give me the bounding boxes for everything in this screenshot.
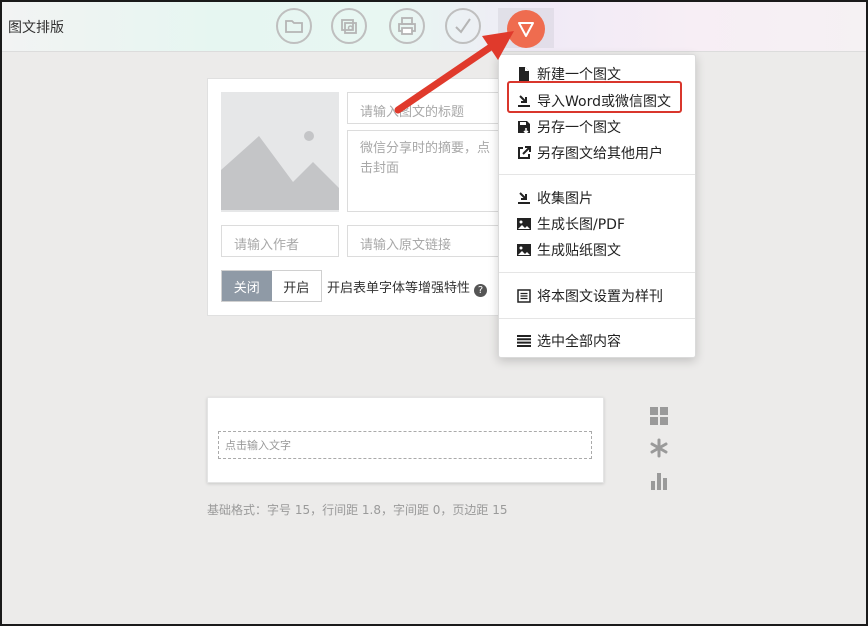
layout-grid-button[interactable]	[648, 405, 670, 427]
open-folder-button[interactable]	[276, 8, 312, 44]
menu-item-long-image-pdf[interactable]: 生成长图/PDF	[517, 213, 625, 235]
menu-item-label: 选中全部内容	[537, 334, 621, 350]
chart-button[interactable]	[648, 470, 670, 492]
asterisk-icon	[650, 438, 668, 458]
grid-icon	[650, 407, 668, 425]
menu-item-label: 另存一个图文	[537, 120, 621, 136]
menu-item-sticker[interactable]: 生成贴纸图文	[517, 239, 621, 261]
menu-divider	[499, 318, 695, 319]
annotation-arrow-icon	[394, 31, 514, 114]
menu-item-set-sample[interactable]: 将本图文设置为样刊	[517, 285, 663, 307]
help-icon[interactable]: ?	[474, 284, 488, 297]
share-icon	[518, 146, 531, 159]
toggle-off-option[interactable]: 关闭	[222, 271, 272, 301]
format-info: 基础格式：字号 15，行间距 1.8，字间距 0，页边距 15	[207, 503, 508, 517]
menu-item-label: 收集图片	[537, 191, 593, 207]
enhance-toggle[interactable]: 关闭 开启	[221, 270, 322, 302]
menu-divider	[499, 272, 695, 273]
text-block-input[interactable]: 点击输入文字	[218, 431, 592, 459]
enhance-label-text: 开启表单字体等增强特性	[327, 281, 471, 296]
enhance-toggle-label: 开启表单字体等增强特性?	[327, 277, 488, 297]
menu-item-label: 将本图文设置为样刊	[537, 289, 663, 305]
menu-item-share-user[interactable]: 另存图文给其他用户	[517, 142, 663, 164]
bar-chart-icon	[651, 473, 667, 490]
menu-divider	[499, 174, 695, 175]
menu-item-label: 另存图文给其他用户	[537, 146, 663, 162]
menu-item-collect-images[interactable]: 收集图片	[517, 187, 593, 209]
save-as-icon	[518, 121, 530, 134]
effects-button[interactable]	[648, 437, 670, 459]
toggle-on-option[interactable]: 开启	[271, 271, 321, 301]
menu-item-label: 生成长图/PDF	[537, 217, 625, 233]
image-icon	[517, 244, 531, 256]
collect-icon	[518, 192, 530, 204]
app-title: 图文排版	[8, 20, 64, 36]
highlight-annotation-box	[507, 81, 682, 113]
source-link-input[interactable]: 请输入原文链接	[347, 225, 507, 257]
folder-icon	[285, 20, 303, 33]
images-icon	[341, 19, 357, 34]
menu-icon	[517, 335, 531, 347]
image-icon	[517, 218, 531, 230]
author-input[interactable]: 请输入作者	[221, 225, 339, 257]
image-placeholder-icon	[221, 131, 339, 210]
menu-item-save-as[interactable]: 另存一个图文	[517, 116, 621, 138]
gallery-button[interactable]	[331, 8, 367, 44]
list-icon	[517, 289, 531, 303]
summary-input[interactable]: 微信分享时的摘要，点击封面	[347, 130, 507, 212]
cover-image-placeholder[interactable]	[221, 92, 339, 212]
menu-item-select-all[interactable]: 选中全部内容	[517, 330, 621, 352]
menu-item-label: 生成贴纸图文	[537, 243, 621, 259]
